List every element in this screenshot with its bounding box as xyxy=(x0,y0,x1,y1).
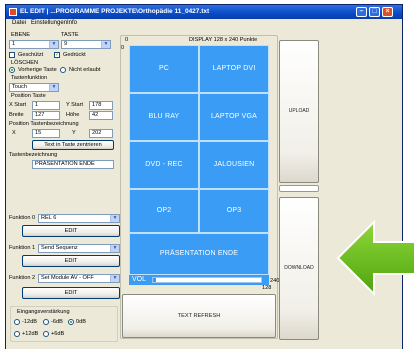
gain-m6-label: -6dB xyxy=(51,319,63,325)
chevron-down-icon: ▼ xyxy=(110,215,119,222)
y-input[interactable]: 202 xyxy=(89,129,113,138)
funktion1-select[interactable]: Send Sequenz ▼ xyxy=(38,244,120,253)
x-start-input[interactable]: 1 xyxy=(32,101,60,110)
arrow-left-icon xyxy=(336,219,415,297)
funktion1-label: Funktion 1 xyxy=(9,245,36,251)
hoehe-label: Höhe xyxy=(66,112,80,118)
ebene-select[interactable]: 1 ▼ xyxy=(9,40,59,49)
tile-laptop-vga[interactable]: LAPTOP VGA xyxy=(199,93,269,141)
tile-pc[interactable]: PC xyxy=(129,45,199,93)
ebene-label: EBENE xyxy=(11,32,30,38)
close-button[interactable]: × xyxy=(382,7,393,17)
upload-button[interactable]: UPLOAD xyxy=(279,40,319,183)
y-start-label: Y Start xyxy=(66,102,83,108)
gain-m12-radio[interactable] xyxy=(14,319,20,325)
tile-laptop-dvi[interactable]: LAPTOP DVI xyxy=(199,45,269,93)
origin-y-label: 0 xyxy=(121,45,125,51)
max-x-label: 128 xyxy=(262,285,272,291)
gain-p12-label: +12dB xyxy=(22,331,39,337)
tile-op3[interactable]: OP3 xyxy=(199,189,269,233)
x-input[interactable]: 15 xyxy=(32,129,60,138)
geschuetzt-label: Geschützt xyxy=(18,52,44,58)
eingang-label: Eingangsverstärkung xyxy=(17,309,70,315)
download-button[interactable]: DOWNLOAD xyxy=(279,197,319,340)
volume-fill xyxy=(153,278,156,282)
tastenbezeichnung-input[interactable]: PRÄSENTATION ENDE xyxy=(32,160,114,169)
pos-bezeichnung-label: Position Tastenbezeichnung xyxy=(9,121,79,127)
maximize-button[interactable]: □ xyxy=(369,7,380,17)
edit-button-2[interactable]: EDIT xyxy=(22,287,120,299)
vorherige-taste-label: Vorherige Taste xyxy=(18,67,57,73)
gain-0-radio[interactable] xyxy=(68,319,74,325)
tastenfunktion-select[interactable]: Touch ▼ xyxy=(9,83,59,92)
tastenfunktion-label: Tastenfunktion xyxy=(11,75,48,81)
hoehe-input[interactable]: 42 xyxy=(89,111,113,120)
tile-op2[interactable]: OP2 xyxy=(129,189,199,233)
vorherige-taste-radio[interactable] xyxy=(9,67,15,73)
gedrueckt-label: Gedrückt xyxy=(63,52,86,58)
y-label: Y xyxy=(72,130,76,136)
menu-info[interactable]: Info xyxy=(67,20,77,26)
gain-m6-radio[interactable] xyxy=(43,319,49,325)
app-icon xyxy=(9,8,17,16)
ebene-value: 1 xyxy=(12,41,16,47)
tastenfunktion-value: Touch xyxy=(12,84,27,90)
gain-p12-radio[interactable] xyxy=(14,331,20,337)
progress-bar xyxy=(279,185,319,192)
funktion2-value: Set Module AV - OFF xyxy=(41,275,94,281)
position-taste-label: Position Taste xyxy=(11,93,46,99)
nicht-erlaubt-radio[interactable] xyxy=(60,67,66,73)
loeschen-label: LÖSCHEN xyxy=(11,60,39,66)
chevron-down-icon: ▼ xyxy=(49,84,58,91)
funktion2-label: Funktion 2 xyxy=(9,275,36,281)
taste-select[interactable]: 9 ▼ xyxy=(61,40,111,49)
nicht-erlaubt-label: Nicht erlaubt xyxy=(69,67,101,73)
text-zentrieren-button[interactable]: Text in Taste zentrieren xyxy=(32,140,114,150)
geschuetzt-checkbox[interactable] xyxy=(9,52,15,58)
tile-bluray[interactable]: BLU RAY xyxy=(129,93,199,141)
taste-label: TASTE xyxy=(61,32,79,38)
tile-praesentation-ende[interactable]: PRÄSENTATION ENDE xyxy=(129,233,269,275)
funktion0-value: REL 6 xyxy=(41,215,57,221)
funktion0-label: Funktion 0 xyxy=(9,215,36,221)
display-header: DISPLAY 128 x 240 Punkte xyxy=(189,37,258,43)
gain-p6-radio[interactable] xyxy=(43,331,49,337)
chevron-down-icon: ▼ xyxy=(101,41,110,48)
funktion0-select[interactable]: REL 6 ▼ xyxy=(38,214,120,223)
max-y-label: 240 xyxy=(270,278,280,284)
volume-label: VOL xyxy=(132,276,147,283)
menu-datei[interactable]: Datei xyxy=(12,20,26,26)
text-refresh-button[interactable]: TEXT REFRESH xyxy=(122,294,276,338)
x-label: X xyxy=(12,130,16,136)
gain-p6-label: +6dB xyxy=(51,331,65,337)
funktion1-value: Send Sequenz xyxy=(41,245,78,251)
breite-input[interactable]: 127 xyxy=(32,111,60,120)
menu-bar: Datei Einstellungen Info xyxy=(6,19,402,29)
chevron-down-icon: ▼ xyxy=(110,275,119,282)
gedrueckt-checkbox[interactable]: ✓ xyxy=(54,52,60,58)
breite-label: Breite xyxy=(9,112,24,118)
y-start-input[interactable]: 178 xyxy=(89,101,113,110)
funktion2-select[interactable]: Set Module AV - OFF ▼ xyxy=(38,274,120,283)
edit-button-1[interactable]: EDIT xyxy=(22,255,120,267)
origin-x-label: 0 xyxy=(125,37,129,43)
taste-value: 9 xyxy=(64,41,68,47)
edit-button-0[interactable]: EDIT xyxy=(22,225,120,237)
tile-jalousien[interactable]: JALOUSIEN xyxy=(199,141,269,189)
tile-dvd-rec[interactable]: DVD - REC xyxy=(129,141,199,189)
volume-slider[interactable] xyxy=(152,277,262,283)
gain-m12-label: -12dB xyxy=(22,319,37,325)
title-bar[interactable]: EL EDIT | ...PROGRAMME PROJEKTE\Orthopäd… xyxy=(6,5,402,19)
chevron-down-icon: ▼ xyxy=(110,245,119,252)
chevron-down-icon: ▼ xyxy=(49,41,58,48)
tastenbezeichnung-label: Tastenbezeichnung xyxy=(9,152,58,158)
gain-0-label: 0dB xyxy=(76,319,86,325)
menu-einstellungen[interactable]: Einstellungen xyxy=(31,20,67,26)
x-start-label: X Start xyxy=(9,102,27,108)
window-title: EL EDIT | ...PROGRAMME PROJEKTE\Orthopäd… xyxy=(20,8,210,15)
minimize-button[interactable]: – xyxy=(356,7,367,17)
